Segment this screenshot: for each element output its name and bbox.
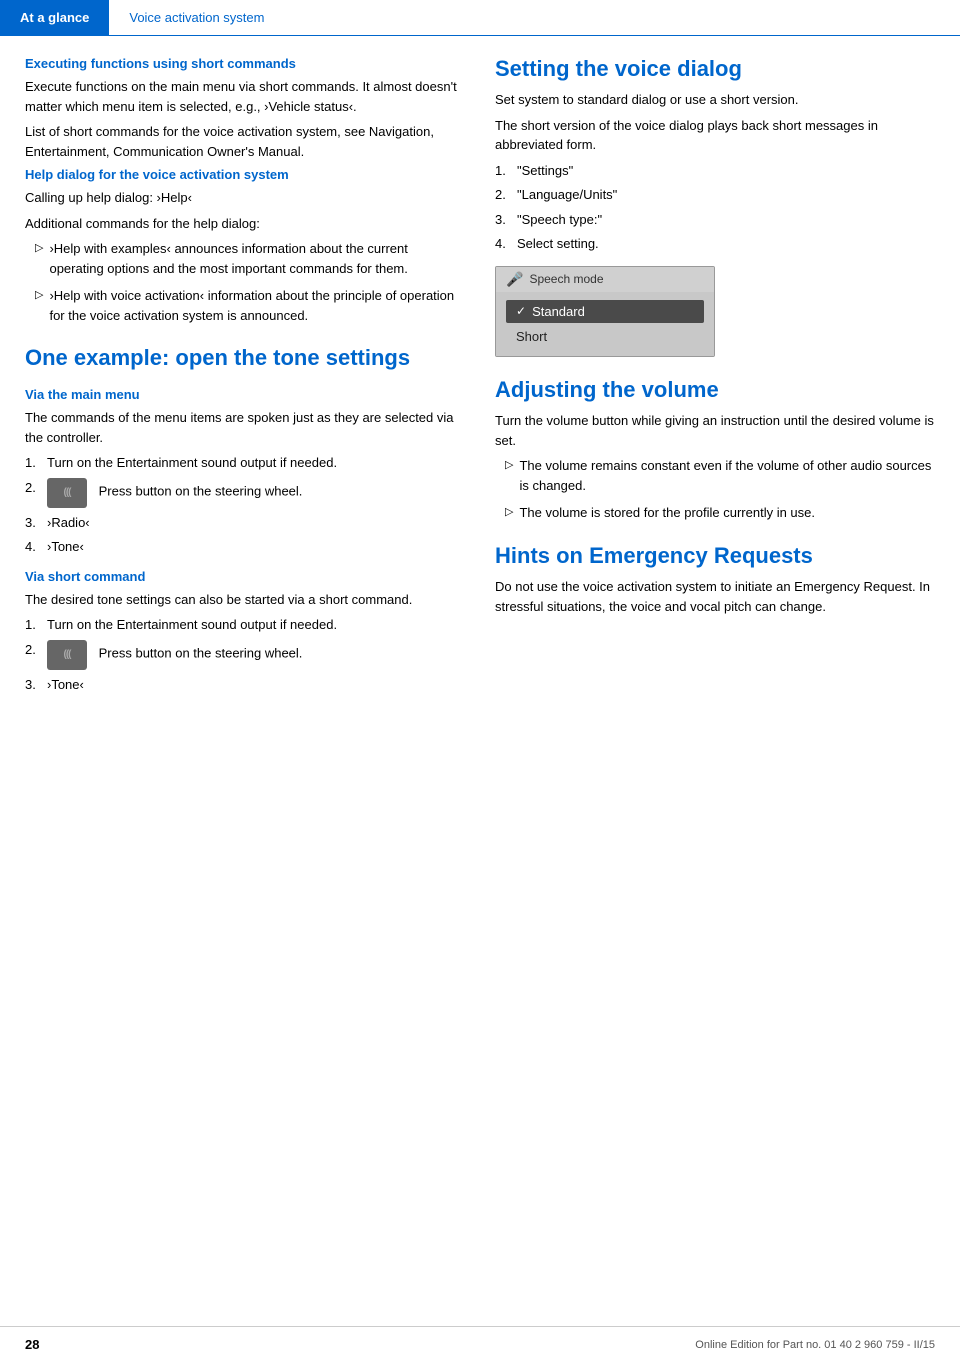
- page-number: 28: [25, 1337, 39, 1352]
- main-menu-steps: 1. Turn on the Entertainment sound outpu…: [25, 453, 465, 557]
- bullet-arrow-icon-4: ▷: [505, 505, 513, 518]
- tab-voice-activation[interactable]: Voice activation system: [109, 0, 284, 35]
- list-item: 4. Select setting.: [495, 234, 935, 254]
- step-num: 2.: [25, 640, 47, 660]
- list-item: 2. ((( Press button on the steering whee…: [25, 478, 465, 508]
- step-num: 2.: [25, 478, 47, 498]
- subsection-heading-short-command: Via short command: [25, 569, 465, 584]
- step-num: 3.: [25, 675, 47, 695]
- section-heading-example: One example: open the tone settings: [25, 345, 465, 371]
- list-item: 3. ›Radio‹: [25, 513, 465, 533]
- volume-bullet-2-text: The volume is stored for the profile cur…: [519, 503, 815, 523]
- section-emergency-requests: Hints on Emergency Requests Do not use t…: [495, 543, 935, 616]
- step-text: ›Tone‹: [47, 675, 465, 695]
- bullet-arrow-icon-2: ▷: [35, 288, 43, 301]
- step-text: "Language/Units": [517, 185, 935, 205]
- volume-bullet-1-text: The volume remains constant even if the …: [519, 456, 935, 495]
- section-heading-voice-dialog: Setting the voice dialog: [495, 56, 935, 82]
- steering-button-icon: (((: [47, 478, 87, 508]
- screenshot-body: ✓ Standard Short: [496, 292, 714, 356]
- step-num: 1.: [25, 615, 47, 635]
- main-menu-para: The commands of the menu items are spoke…: [25, 408, 465, 447]
- volume-bullet-2: ▷ The volume is stored for the profile c…: [495, 503, 935, 523]
- step-text: Select setting.: [517, 234, 935, 254]
- step-num: 4.: [25, 537, 47, 557]
- step-text: "Speech type:": [517, 210, 935, 230]
- emergency-para: Do not use the voice activation system t…: [495, 577, 935, 616]
- list-item: 1. Turn on the Entertainment sound outpu…: [25, 615, 465, 635]
- step-text: "Settings": [517, 161, 935, 181]
- help-bullet-1: ▷ ›Help with examples‹ announces informa…: [25, 239, 465, 278]
- voice-dialog-steps: 1. "Settings" 2. "Language/Units" 3. "Sp…: [495, 161, 935, 254]
- step-num: 3.: [25, 513, 47, 533]
- footer-info: Online Edition for Part no. 01 40 2 960 …: [695, 1339, 935, 1351]
- step-text: ›Radio‹: [47, 513, 465, 533]
- step-num: 2.: [495, 185, 517, 205]
- section-heading-executing: Executing functions using short commands: [25, 56, 465, 71]
- short-command-para: The desired tone settings can also be st…: [25, 590, 465, 610]
- screenshot-title-bar: 🎤 Speech mode: [496, 267, 714, 292]
- help-para1: Calling up help dialog: ›Help‹: [25, 188, 465, 208]
- section-help-dialog: Help dialog for the voice activation sys…: [25, 167, 465, 325]
- list-item: 3. ›Tone‹: [25, 675, 465, 695]
- section-one-example: One example: open the tone settings Via …: [25, 345, 465, 694]
- step-num: 1.: [25, 453, 47, 473]
- help-bullet-2-text: ›Help with voice activation‹ information…: [49, 286, 465, 325]
- section-heading-help: Help dialog for the voice activation sys…: [25, 167, 465, 182]
- section-heading-emergency: Hints on Emergency Requests: [495, 543, 935, 569]
- section-adjusting-volume: Adjusting the volume Turn the volume but…: [495, 377, 935, 523]
- list-item: 1. Turn on the Entertainment sound outpu…: [25, 453, 465, 473]
- main-content: Executing functions using short commands…: [0, 36, 960, 719]
- executing-para2: List of short commands for the voice act…: [25, 122, 465, 161]
- volume-bullet-1: ▷ The volume remains constant even if th…: [495, 456, 935, 495]
- list-item: 4. ›Tone‹: [25, 537, 465, 557]
- step-text: ›Tone‹: [47, 537, 465, 557]
- page-footer: 28 Online Edition for Part no. 01 40 2 9…: [0, 1326, 960, 1362]
- page-header: At a glance Voice activation system: [0, 0, 960, 36]
- section-voice-dialog: Setting the voice dialog Set system to s…: [495, 56, 935, 357]
- step-text-with-icon: ((( Press button on the steering wheel.: [47, 640, 465, 670]
- list-item: 2. ((( Press button on the steering whee…: [25, 640, 465, 670]
- tab-at-a-glance[interactable]: At a glance: [0, 0, 109, 35]
- short-command-steps: 1. Turn on the Entertainment sound outpu…: [25, 615, 465, 694]
- step-num: 1.: [495, 161, 517, 181]
- screenshot-title: Speech mode: [529, 272, 603, 286]
- section-executing-functions: Executing functions using short commands…: [25, 56, 465, 161]
- volume-para: Turn the volume button while giving an i…: [495, 411, 935, 450]
- subsection-heading-main-menu: Via the main menu: [25, 387, 465, 402]
- step-text-with-icon: ((( Press button on the steering wheel.: [47, 478, 465, 508]
- checkmark-icon: ✓: [516, 304, 526, 318]
- executing-para1: Execute functions on the main menu via s…: [25, 77, 465, 116]
- list-item: 1. "Settings": [495, 161, 935, 181]
- step-text: Turn on the Entertainment sound output i…: [47, 453, 465, 473]
- voice-dialog-para2: The short version of the voice dialog pl…: [495, 116, 935, 155]
- help-para2: Additional commands for the help dialog:: [25, 214, 465, 234]
- voice-dialog-para1: Set system to standard dialog or use a s…: [495, 90, 935, 110]
- speech-mode-screenshot: 🎤 Speech mode ✓ Standard Short: [495, 266, 715, 357]
- screenshot-item-standard: ✓ Standard: [506, 300, 704, 323]
- list-item: 3. "Speech type:": [495, 210, 935, 230]
- step-num: 3.: [495, 210, 517, 230]
- bullet-arrow-icon: ▷: [35, 241, 43, 254]
- steering-button-icon-2: (((: [47, 640, 87, 670]
- list-item: 2. "Language/Units": [495, 185, 935, 205]
- help-bullet-1-text: ›Help with examples‹ announces informati…: [49, 239, 465, 278]
- speech-mode-icon: 🎤: [506, 271, 523, 288]
- left-column: Executing functions using short commands…: [25, 56, 465, 699]
- step-text: Turn on the Entertainment sound output i…: [47, 615, 465, 635]
- step-num: 4.: [495, 234, 517, 254]
- help-bullet-2: ▷ ›Help with voice activation‹ informati…: [25, 286, 465, 325]
- screenshot-item-short: Short: [506, 325, 704, 348]
- bullet-arrow-icon-3: ▷: [505, 458, 513, 471]
- section-heading-volume: Adjusting the volume: [495, 377, 935, 403]
- right-column: Setting the voice dialog Set system to s…: [495, 56, 935, 699]
